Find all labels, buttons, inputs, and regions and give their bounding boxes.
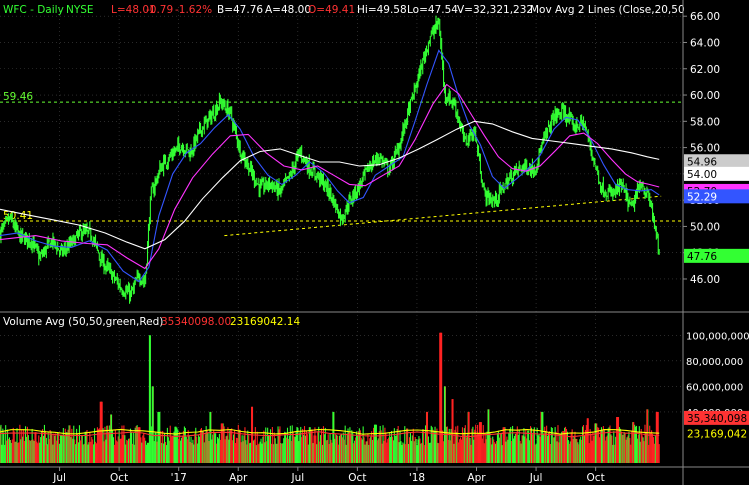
open-price: O=49.41 <box>308 4 355 16</box>
volume-tick-label: 100,000,000 <box>686 331 749 342</box>
price-tick-label: 66.00 <box>690 11 720 23</box>
volume-study-label: Volume Avg (50,50,green,Red) <box>3 316 163 328</box>
stock-chart: WFC - Daily NYSE L=48.01 -0.79 -1.62% B=… <box>0 0 749 485</box>
price-label-text: 54.96 <box>687 156 717 168</box>
price-label-text: 54.00 <box>687 169 717 181</box>
low-price: Lo=47.54 <box>407 4 458 16</box>
volume-avg2: 23169042.14 <box>230 316 300 328</box>
time-tick-label: '18 <box>409 472 425 484</box>
price-label-text: 47.76 <box>687 251 717 263</box>
price-tick-label: 56.00 <box>690 143 720 155</box>
study-label: Mov Avg 2 Lines (Close,20,50 <box>530 4 685 16</box>
price-tick-label: 64.00 <box>690 37 720 49</box>
price-tick-label: 60.00 <box>690 90 720 102</box>
price-tick-label: 62.00 <box>690 64 720 76</box>
time-tick-label: Oct <box>587 472 605 484</box>
time-tick-label: Oct <box>110 472 128 484</box>
time-tick-label: Jul <box>529 472 543 484</box>
level-label: 59.46 <box>3 91 33 103</box>
price-tick-label: 50.00 <box>690 221 720 233</box>
time-tick-label: Jul <box>290 472 304 484</box>
volume-value: V=32,321,232 <box>457 4 533 16</box>
chart-background <box>0 0 749 485</box>
volume-label-text: 35,340,098 <box>687 413 747 425</box>
time-tick-label: Jul <box>52 472 66 484</box>
volume-tick-label: 60,000,000 <box>686 382 743 393</box>
volume-label-text: 23,169,042 <box>687 428 747 440</box>
price-tick-label: 58.00 <box>690 116 720 128</box>
volume-avg1: 35340098.00 <box>161 316 231 328</box>
volume-tick-label: 80,000,000 <box>686 357 743 368</box>
bid-price: B=47.76 <box>217 4 263 16</box>
ask-price: A=48.00 <box>265 4 311 16</box>
time-tick-label: Apr <box>229 472 248 484</box>
time-tick-label: '17 <box>171 472 187 484</box>
time-tick-label: Oct <box>348 472 366 484</box>
price-tick-label: 46.00 <box>690 274 720 286</box>
price-label-text: 52.29 <box>687 191 717 203</box>
time-tick-label: Apr <box>467 472 486 484</box>
volume-header: Volume Avg (50,50,green,Red) 35340098.00… <box>3 316 300 328</box>
high-price: Hi=49.58 <box>357 4 407 16</box>
price-change: -0.79 <box>146 4 173 16</box>
price-change-pct: -1.62% <box>175 4 212 16</box>
exchange-label: NYSE <box>66 4 94 16</box>
ticker-label: WFC - Daily <box>3 4 64 16</box>
